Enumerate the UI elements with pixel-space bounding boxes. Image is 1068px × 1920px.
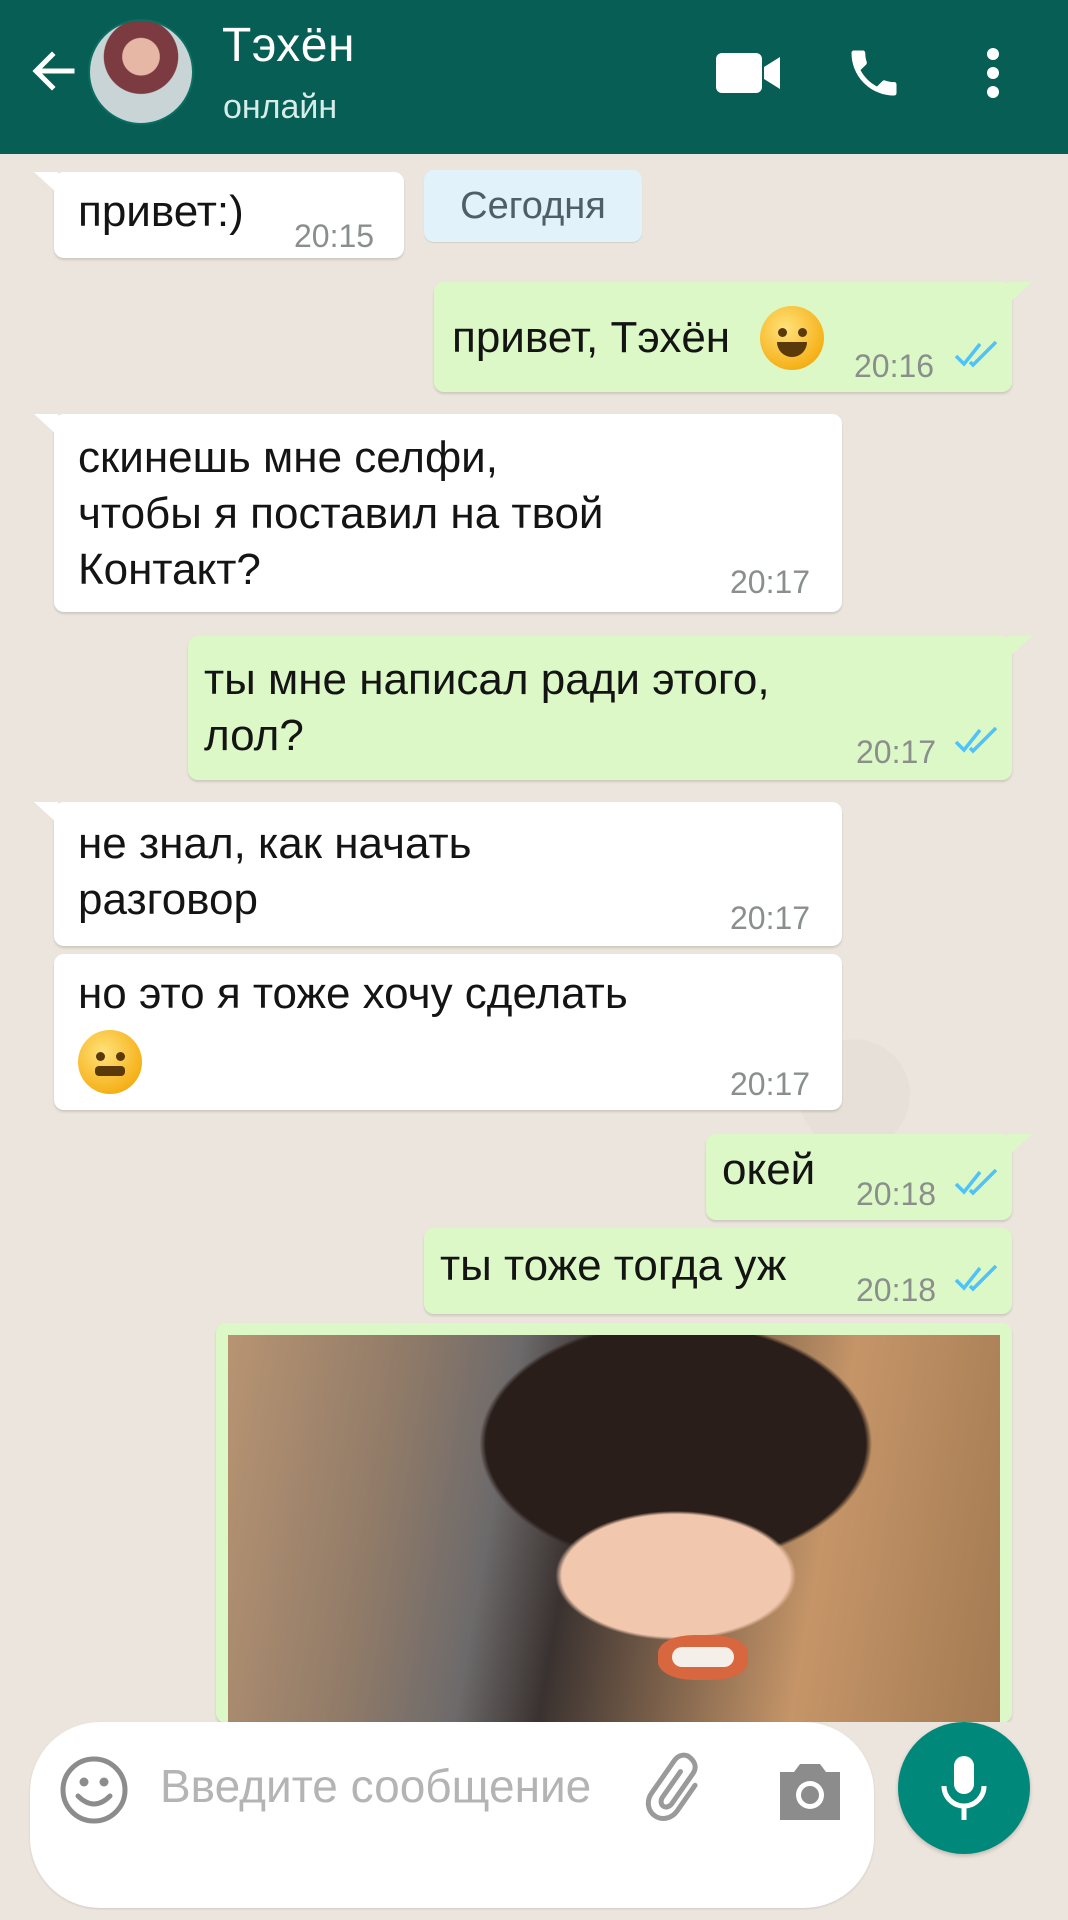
attach-icon[interactable] (640, 1752, 720, 1832)
emoji-icon[interactable] (58, 1754, 130, 1826)
face-with-steam-emoji-icon (78, 1030, 142, 1094)
message-incoming[interactable]: но это я тоже хочу сделать 20:17 (54, 954, 842, 1110)
message-input-bar (30, 1722, 874, 1908)
message-text: привет, Тэхён (452, 313, 731, 362)
read-ticks-icon (954, 340, 998, 368)
video-call-icon[interactable] (710, 40, 786, 106)
message-text: привет:) (78, 187, 244, 236)
message-text: ты мне написал ради этого, лол? (204, 655, 770, 760)
message-time: 20:17 (730, 1066, 811, 1102)
message-text: ты тоже тогда уж (440, 1241, 787, 1290)
photo-detail (672, 1647, 734, 1667)
message-time: 20:17 (730, 564, 811, 600)
message-incoming[interactable]: не знал, как начать разговор 20:17 (34, 802, 842, 946)
camera-icon[interactable] (770, 1752, 850, 1832)
message-incoming[interactable]: привет:) 20:15 (34, 172, 404, 258)
chat-area[interactable]: привет:) 20:15 Сегодня привет, Тэхён 20:… (0, 154, 1068, 1722)
message-text: не знал, как начать разговор (78, 819, 472, 924)
contact-name[interactable]: Тэхён (222, 18, 355, 73)
message-outgoing[interactable]: ты тоже тогда уж 20:18 (424, 1228, 1012, 1314)
chat-header: Тэхён онлайн (0, 0, 1068, 154)
photo-thumbnail[interactable] (228, 1335, 1000, 1722)
grinning-sweat-emoji-icon (760, 306, 824, 370)
read-ticks-icon (954, 1264, 998, 1292)
message-text: скинешь мне селфи, чтобы я поставил на т… (78, 433, 604, 594)
message-text: окей (722, 1145, 816, 1194)
contact-avatar[interactable] (88, 19, 194, 125)
message-time: 20:17 (730, 900, 811, 936)
more-vert-icon[interactable] (958, 40, 1028, 106)
read-ticks-icon (954, 726, 998, 754)
message-time: 20:18 (856, 1176, 937, 1212)
microphone-icon (941, 1756, 987, 1820)
message-time: 20:17 (856, 734, 937, 770)
phone-icon[interactable] (836, 40, 912, 106)
message-text: но это я тоже хочу сделать (78, 969, 628, 1018)
message-incoming[interactable]: скинешь мне селфи, чтобы я поставил на т… (34, 414, 842, 612)
message-time: 20:15 (294, 218, 375, 254)
message-time: 20:18 (856, 1272, 937, 1308)
mic-button[interactable] (898, 1722, 1030, 1854)
contact-status: онлайн (223, 88, 338, 126)
message-outgoing[interactable]: привет, Тэхён 20:16 (434, 282, 1032, 392)
message-input[interactable] (160, 1756, 620, 1886)
message-time: 20:16 (854, 348, 935, 384)
message-outgoing[interactable]: ты мне написал ради этого, лол? 20:17 (188, 636, 1032, 780)
back-arrow-icon[interactable] (28, 46, 78, 96)
date-chip: Сегодня (424, 170, 642, 242)
image-message[interactable] (216, 1323, 1012, 1722)
read-ticks-icon (954, 1168, 998, 1196)
message-outgoing[interactable]: окей 20:18 (706, 1134, 1032, 1220)
